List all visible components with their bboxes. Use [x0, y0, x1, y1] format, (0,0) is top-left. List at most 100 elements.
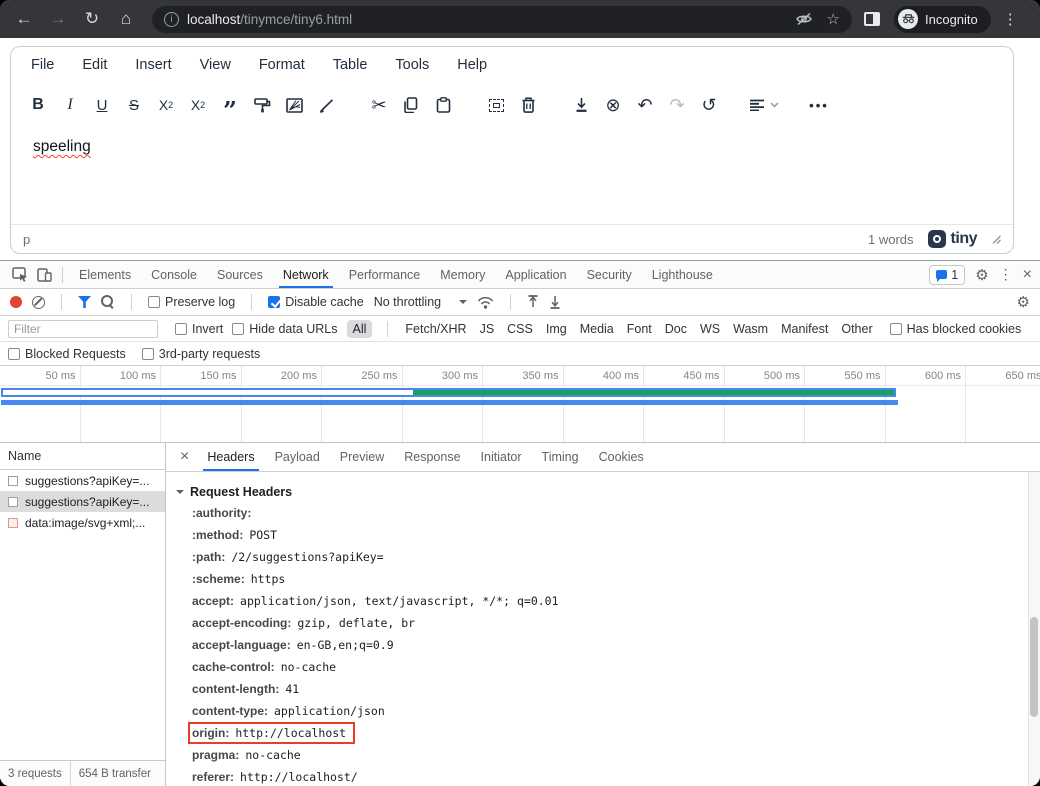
filter-funnel-icon[interactable]	[78, 296, 91, 308]
hide-data-urls-checkbox[interactable]	[232, 323, 244, 335]
tab-memory[interactable]: Memory	[430, 261, 495, 288]
import-har-icon[interactable]	[527, 295, 539, 309]
tab-initiator[interactable]: Initiator	[471, 443, 532, 471]
site-info-icon[interactable]: i	[164, 12, 179, 27]
has-blocked-cookies-checkbox[interactable]	[890, 323, 902, 335]
clear-icon[interactable]	[32, 296, 45, 309]
throttling-dropdown[interactable]: No throttling	[374, 295, 467, 309]
filter-type-font[interactable]: Font	[625, 322, 654, 336]
tab-sources[interactable]: Sources	[207, 261, 273, 288]
filter-type-other[interactable]: Other	[839, 322, 874, 336]
editor-content[interactable]: speeling	[11, 127, 1013, 224]
preserve-log-toggle[interactable]: Preserve log	[148, 295, 235, 309]
inspect-icon[interactable]	[8, 265, 32, 285]
menu-view[interactable]: View	[200, 57, 231, 73]
menu-insert[interactable]: Insert	[135, 57, 171, 73]
subscript-icon[interactable]: X2	[153, 90, 179, 120]
request-headers-section[interactable]: Request Headers	[166, 482, 1040, 502]
side-panel-icon[interactable]	[864, 12, 880, 26]
delete-icon[interactable]	[515, 90, 541, 120]
cut-icon[interactable]: ✂	[366, 90, 392, 120]
eye-off-icon[interactable]	[795, 12, 813, 26]
network-settings-icon[interactable]: ⚙	[1017, 293, 1030, 311]
request-row[interactable]: data:image/svg+xml;...	[0, 512, 165, 533]
invert-toggle[interactable]: Invert	[175, 322, 223, 336]
tiny-brand[interactable]: tiny	[928, 230, 977, 248]
disable-cache-toggle[interactable]: Disable cache	[268, 295, 364, 309]
request-row[interactable]: suggestions?apiKey=...	[0, 470, 165, 491]
tab-lighthouse[interactable]: Lighthouse	[642, 261, 723, 288]
close-details-icon[interactable]: ×	[172, 448, 197, 466]
tab-payload[interactable]: Payload	[265, 443, 330, 471]
tab-security[interactable]: Security	[577, 261, 642, 288]
has-blocked-cookies-toggle[interactable]: Has blocked cookies	[890, 322, 1022, 336]
blocked-requests-checkbox[interactable]	[8, 348, 20, 360]
name-column-header[interactable]: Name	[0, 443, 165, 470]
request-row[interactable]: suggestions?apiKey=...	[0, 491, 165, 512]
devtools-more-icon[interactable]: ⋮	[999, 266, 1013, 283]
bookmark-star-icon[interactable]: ☆	[827, 10, 840, 28]
filter-type-fetch-xhr[interactable]: Fetch/XHR	[403, 322, 468, 336]
reload-icon[interactable]: ↻	[78, 5, 106, 33]
scrollbar-thumb[interactable]	[1030, 617, 1038, 717]
format-painter-icon[interactable]	[249, 90, 275, 120]
copy-icon[interactable]	[398, 90, 424, 120]
filter-input[interactable]	[8, 320, 158, 338]
filter-type-js[interactable]: JS	[478, 322, 497, 336]
export-har-icon[interactable]	[549, 295, 561, 309]
menu-table[interactable]: Table	[333, 57, 368, 73]
misspelled-word[interactable]: speeling	[33, 138, 91, 155]
url-bar[interactable]: i localhost/tinymce/tiny6.html ☆	[152, 6, 852, 33]
device-toolbar-icon[interactable]	[32, 265, 56, 285]
superscript-icon[interactable]: X2	[185, 90, 211, 120]
network-overview-timeline[interactable]: 50 ms 100 ms 150 ms 200 ms 250 ms 300 ms…	[0, 366, 1040, 443]
filter-type-img[interactable]: Img	[544, 322, 569, 336]
filter-type-doc[interactable]: Doc	[663, 322, 689, 336]
resize-grip-icon[interactable]	[991, 234, 1001, 244]
more-toolbar-icon[interactable]: •••	[806, 90, 832, 120]
tab-response[interactable]: Response	[394, 443, 470, 471]
strikethrough-icon[interactable]: S	[121, 90, 147, 120]
filter-type-all[interactable]: All	[347, 320, 373, 338]
browser-menu-icon[interactable]: ⋮	[1003, 10, 1018, 28]
third-party-checkbox[interactable]	[142, 348, 154, 360]
underline-icon[interactable]: U	[89, 90, 115, 120]
select-all-icon[interactable]	[483, 90, 509, 120]
tab-cookies[interactable]: Cookies	[589, 443, 654, 471]
insert-image-icon[interactable]	[281, 90, 307, 120]
menu-edit[interactable]: Edit	[82, 57, 107, 73]
undo-icon[interactable]: ↶	[632, 90, 658, 120]
filter-type-wasm[interactable]: Wasm	[731, 322, 770, 336]
brush-icon[interactable]	[313, 90, 339, 120]
menu-format[interactable]: Format	[259, 57, 305, 73]
scrollbar-track[interactable]	[1028, 472, 1040, 786]
tab-elements[interactable]: Elements	[69, 261, 141, 288]
redo-icon[interactable]: ↷	[664, 90, 690, 120]
back-icon[interactable]: ←	[10, 5, 38, 33]
align-left-icon[interactable]	[749, 90, 779, 120]
filter-type-css[interactable]: CSS	[505, 322, 535, 336]
home-icon[interactable]: ⌂	[112, 5, 140, 33]
element-path[interactable]: p	[23, 232, 30, 247]
filter-type-media[interactable]: Media	[578, 322, 616, 336]
third-party-toggle[interactable]: 3rd-party requests	[142, 347, 260, 361]
tab-headers[interactable]: Headers	[197, 443, 264, 471]
word-count[interactable]: 1 words	[868, 232, 914, 247]
tab-console[interactable]: Console	[141, 261, 207, 288]
restore-draft-icon[interactable]: ↺	[696, 90, 722, 120]
tab-timing[interactable]: Timing	[532, 443, 589, 471]
hide-data-urls-toggle[interactable]: Hide data URLs	[232, 322, 337, 336]
menu-tools[interactable]: Tools	[395, 57, 429, 73]
menu-file[interactable]: File	[31, 57, 54, 73]
preserve-log-checkbox[interactable]	[148, 296, 160, 308]
forward-icon[interactable]: →	[44, 5, 72, 33]
devtools-settings-icon[interactable]: ⚙	[975, 266, 988, 284]
filter-type-ws[interactable]: WS	[698, 322, 722, 336]
blockquote-icon[interactable]: ”	[217, 90, 243, 120]
paste-icon[interactable]	[430, 90, 456, 120]
tab-network[interactable]: Network	[273, 261, 339, 288]
disable-cache-checkbox[interactable]	[268, 296, 280, 308]
menu-help[interactable]: Help	[457, 57, 487, 73]
cancel-icon[interactable]: ⊗	[600, 90, 626, 120]
tab-preview[interactable]: Preview	[330, 443, 394, 471]
